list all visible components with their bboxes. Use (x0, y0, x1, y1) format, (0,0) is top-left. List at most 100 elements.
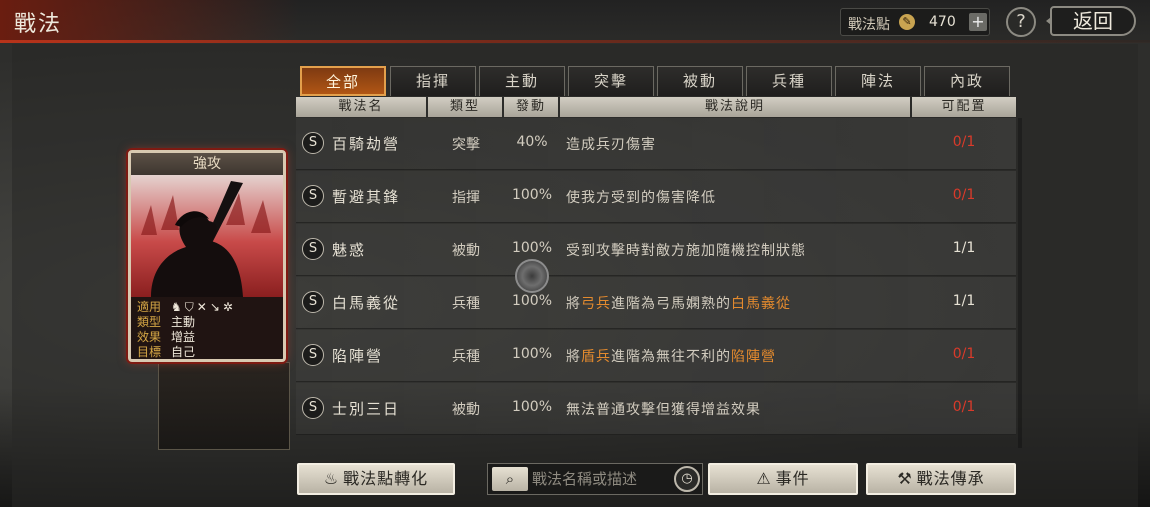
help-button[interactable]: ? (1006, 7, 1036, 37)
description-text: 將 (566, 296, 581, 312)
inherit-tactic-label: 戰法傳承 (916, 469, 985, 488)
events-button[interactable]: ⚠ 事件 (708, 463, 858, 495)
troop-type-icons: ♞⛉✕↘✲ (171, 300, 236, 315)
tactic-row[interactable]: S 士別三日 被動 100% 無法普通攻擊但獲得增益效果 0/1 (296, 383, 1016, 435)
hammer-icon: ⚒ (897, 469, 913, 488)
description-text: 受到攻擊時對敵方施加隨機控制狀態 (566, 243, 806, 259)
card-key-applicable: 適用 (137, 300, 162, 314)
grade-badge: S (302, 185, 324, 207)
crossed-bow-icon: ✕ (196, 300, 210, 314)
events-label: 事件 (775, 469, 810, 488)
convert-points-label: 戰法點轉化 (343, 469, 429, 488)
card-value-effect: 增益 (171, 330, 196, 344)
tactic-row[interactable]: S 陷陣營 兵種 100% 將盾兵進階為無往不利的陷陣營 0/1 (296, 330, 1016, 382)
add-points-button[interactable]: + (969, 13, 987, 31)
tab-formation[interactable]: 陣法 (835, 66, 921, 96)
tactic-type: 指揮 (452, 190, 480, 206)
loading-spinner-icon (515, 259, 549, 293)
column-header-name[interactable]: 戰法名 (296, 97, 426, 117)
card-info: 適用 ♞⛉✕↘✲ 類型 主動 效果 增益 目標 自己 (131, 297, 283, 359)
tactic-type: 兵種 (452, 349, 480, 365)
card-key-type: 類型 (137, 315, 162, 329)
tactic-type: 突擊 (452, 137, 480, 153)
tactic-description: 造成兵刃傷害 (566, 134, 656, 154)
tactic-row[interactable]: S 暫避其鋒 指揮 100% 使我方受到的傷害降低 0/1 (296, 171, 1016, 223)
tab-all[interactable]: 全部 (300, 66, 386, 96)
grade-badge: S (302, 397, 324, 419)
tactic-description: 使我方受到的傷害降低 (566, 187, 716, 207)
tab-passive[interactable]: 被動 (657, 66, 743, 96)
column-header-rate[interactable]: 發動 (504, 97, 558, 117)
card-value-target: 自己 (171, 345, 196, 359)
convert-points-button[interactable]: ♨ 戰法點轉化 (297, 463, 455, 495)
list-scrollbar[interactable] (1018, 118, 1022, 448)
tactic-trigger-rate: 100% (511, 346, 553, 362)
wheel-icon: ✲ (222, 300, 236, 314)
card-artwork (131, 175, 283, 297)
tactic-type: 兵種 (452, 296, 480, 312)
warrior-silhouette-icon (141, 181, 271, 297)
description-text: 使我方受到的傷害降低 (566, 190, 716, 206)
column-header-desc: 戰法說明 (560, 97, 910, 117)
description-text: 無法普通攻擊但獲得增益效果 (566, 402, 761, 418)
description-highlight: 白馬義從 (731, 296, 791, 312)
tactic-name: 暫避其鋒 (332, 188, 401, 206)
tactic-trigger-rate: 100% (511, 399, 553, 415)
tactic-description: 受到攻擊時對敵方施加隨機控制狀態 (566, 240, 806, 260)
tactic-equip-count: 0/1 (952, 399, 976, 415)
card-key-effect: 效果 (137, 330, 162, 344)
tactic-row[interactable]: S 魅惑 被動 100% 受到攻擊時對敵方施加隨機控制狀態 1/1 (296, 224, 1016, 276)
grade-badge: S (302, 344, 324, 366)
tab-active[interactable]: 主動 (479, 66, 565, 96)
card-value-type: 主動 (171, 315, 196, 329)
card-row-target: 目標 自己 (137, 345, 277, 359)
tactic-equip-count: 1/1 (952, 240, 976, 256)
tactic-name: 白馬義從 (332, 294, 401, 312)
tactic-row[interactable]: S 白馬義從 兵種 100% 將弓兵進階為弓馬嫻熟的白馬義從 1/1 (296, 277, 1016, 329)
grade-badge: S (302, 132, 324, 154)
history-clock-icon[interactable]: ◷ (674, 466, 700, 492)
tab-internal[interactable]: 內政 (924, 66, 1010, 96)
card-stack-behind (158, 362, 290, 450)
tactic-trigger-rate: 100% (511, 187, 553, 203)
tactic-point-coin-icon: ✎ (899, 14, 915, 30)
cavalry-icon: ♞ (171, 300, 185, 314)
column-header-type[interactable]: 類型 (428, 97, 502, 117)
tactic-points-display: 戰法點 ✎ 470 + (840, 8, 990, 36)
card-row-applicable: 適用 ♞⛉✕↘✲ (137, 300, 277, 315)
tactic-description: 將盾兵進階為無往不利的陷陣營 (566, 346, 776, 366)
tab-command[interactable]: 指揮 (390, 66, 476, 96)
search-icon[interactable]: ⌕ (492, 467, 528, 491)
back-button[interactable]: 返回 (1050, 6, 1136, 36)
description-highlight: 陷陣營 (731, 349, 776, 365)
inherit-tactic-button[interactable]: ⚒ 戰法傳承 (866, 463, 1016, 495)
tactic-name: 陷陣營 (332, 347, 384, 365)
selected-tactic-card[interactable]: 強攻 適用 ♞⛉✕↘✲ 類型 主動 效果 增益 目標 自己 (128, 150, 286, 362)
tactic-trigger-rate: 100% (511, 293, 553, 309)
tab-assault[interactable]: 突擊 (568, 66, 654, 96)
column-header-count[interactable]: 可配置 (912, 97, 1016, 117)
card-key-target: 目標 (137, 345, 162, 359)
card-row-type: 類型 主動 (137, 315, 277, 330)
tactic-row[interactable]: S 百騎劫營 突擊 40% 造成兵刃傷害 0/1 (296, 118, 1016, 170)
description-text: 進階為弓馬嫻熟的 (611, 296, 731, 312)
alert-icon: ⚠ (756, 469, 772, 488)
tactic-equip-count: 0/1 (952, 187, 976, 203)
tactic-name: 士別三日 (332, 400, 401, 418)
tactic-trigger-rate: 40% (516, 134, 548, 150)
card-title: 強攻 (131, 153, 283, 175)
tactic-points-value: 470 (929, 14, 956, 30)
tactic-equip-count: 0/1 (952, 134, 976, 150)
tactic-equip-count: 1/1 (952, 293, 976, 309)
tactic-description: 無法普通攻擊但獲得增益效果 (566, 399, 761, 419)
card-row-effect: 效果 增益 (137, 330, 277, 345)
page-title: 戰法 (14, 12, 63, 37)
search-input[interactable] (532, 466, 670, 492)
description-text: 將 (566, 349, 581, 365)
description-highlight: 盾兵 (581, 349, 611, 365)
tactic-name: 魅惑 (332, 241, 367, 259)
search-bar: ⌕ ◷ (487, 463, 703, 495)
tab-troop[interactable]: 兵種 (746, 66, 832, 96)
description-text: 造成兵刃傷害 (566, 137, 656, 153)
tactic-equip-count: 0/1 (952, 346, 976, 362)
